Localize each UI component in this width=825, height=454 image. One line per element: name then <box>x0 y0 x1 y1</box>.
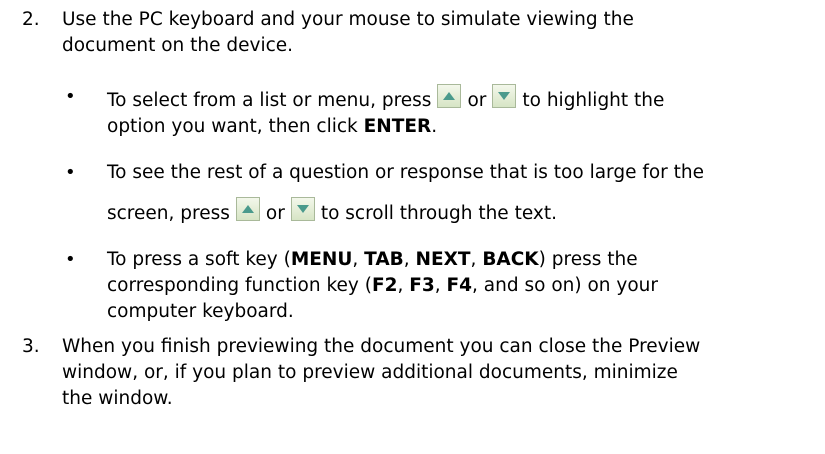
text-segment: option you want, then click <box>107 116 358 137</box>
text-segment: or <box>467 90 487 111</box>
up-arrow-icon <box>235 197 260 221</box>
bullet-text-line: To select from a list or menu, press or to… <box>107 84 817 114</box>
step-number: 3. <box>22 336 40 357</box>
text-segment: To press a soft key ( <box>107 249 291 270</box>
key-name: TAB <box>364 249 404 270</box>
text-segment: to highlight the <box>522 90 665 111</box>
instruction-document: 2. Use the PC keyboard and your mouse to… <box>0 0 825 454</box>
key-name: MENU <box>290 249 353 270</box>
step-text-line: the window. <box>62 388 173 409</box>
bullet-text: To press a soft key (MENU, TAB, NEXT, BA… <box>107 247 817 325</box>
text-segment: . <box>431 116 438 137</box>
bullet-text-line: To see the rest of a question or respons… <box>107 162 705 183</box>
step-number: 2. <box>22 9 40 30</box>
bullet-text-line: computer keyboard. <box>107 301 294 322</box>
text-segment: , <box>397 275 410 296</box>
step-text-line: window, or, if you plan to preview addit… <box>62 362 678 383</box>
key-name: BACK <box>482 249 539 270</box>
text-segment: , <box>434 275 447 296</box>
up-arrow-icon <box>437 84 462 108</box>
text-segment: screen, press <box>107 203 230 224</box>
text-segment: , <box>352 249 365 270</box>
text-segment: corresponding function key ( <box>107 275 372 296</box>
step-text-line: document on the device. <box>62 35 294 56</box>
bullet-marker: • <box>65 162 76 183</box>
text-segment: , and so on) on your <box>472 275 658 296</box>
key-name: ENTER <box>363 116 432 137</box>
bullet-marker: • <box>65 86 76 107</box>
text-segment: To select from a list or menu, press <box>107 90 432 111</box>
bullet-text-line: corresponding function key (F2, F3, F4, … <box>107 273 817 299</box>
text-segment: or <box>265 203 285 224</box>
down-arrow-icon <box>492 84 517 108</box>
key-name: NEXT <box>415 249 471 270</box>
step-text: Use the PC keyboard and your mouse to si… <box>62 7 814 59</box>
step-text: When you finish previewing the document … <box>62 334 814 412</box>
key-name: F4 <box>446 275 473 296</box>
text-segment: , <box>403 249 416 270</box>
bullet-text-line: To press a soft key (MENU, TAB, NEXT, BA… <box>107 247 817 273</box>
bullet-text: To select from a list or menu, press or to… <box>107 84 817 140</box>
bullet-text: To see the rest of a question or respons… <box>107 160 817 227</box>
key-name: F2 <box>371 275 398 296</box>
step-text-line: Use the PC keyboard and your mouse to si… <box>62 9 634 30</box>
text-segment: , <box>470 249 483 270</box>
text-segment: ) press the <box>538 249 638 270</box>
text-segment: to scroll through the text. <box>320 203 557 224</box>
bullet-text-line: screen, press or to scroll through the tex… <box>107 197 817 227</box>
bullet-text-line: option you want, then click ENTER. <box>107 114 817 140</box>
step-text-line: When you finish previewing the document … <box>62 336 701 357</box>
key-name: F3 <box>409 275 435 296</box>
bullet-marker: • <box>65 249 76 270</box>
down-arrow-icon <box>290 197 315 221</box>
